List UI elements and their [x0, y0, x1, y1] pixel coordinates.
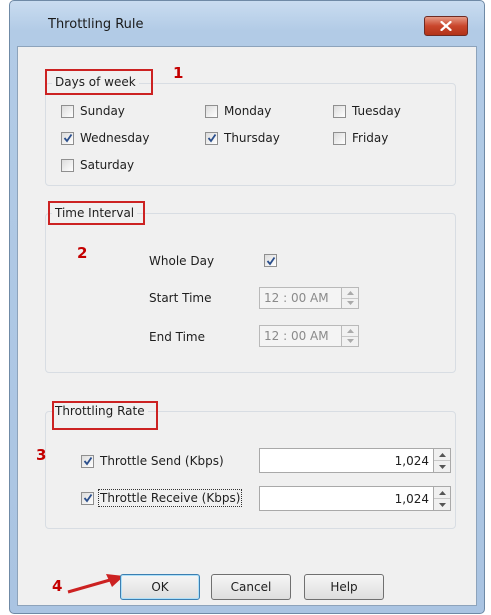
checkbox-box[interactable] [61, 104, 74, 118]
wednesday-label: Wednesday [80, 131, 150, 145]
checkbox-box[interactable] [205, 131, 218, 145]
friday-checkbox[interactable]: Friday [333, 131, 388, 145]
spin-down-icon[interactable] [342, 297, 358, 309]
throttle-receive-spinner[interactable]: 1,024 [259, 486, 451, 511]
friday-label: Friday [352, 131, 389, 145]
checkbox-box[interactable] [333, 131, 346, 145]
annotation-box-1 [45, 69, 153, 95]
annotation-arrow-icon [67, 574, 124, 594]
saturday-checkbox[interactable]: Saturday [61, 158, 134, 172]
checkbox-box[interactable] [61, 131, 74, 145]
end-time-label: End Time [149, 330, 205, 344]
thursday-label: Thursday [224, 131, 280, 145]
checkbox-box[interactable] [81, 491, 94, 505]
throttle-send-arrows[interactable] [434, 448, 451, 473]
throttle-send-checkbox[interactable]: Throttle Send (Kbps) [81, 454, 224, 468]
throttle-receive-value[interactable]: 1,024 [259, 486, 434, 511]
annotation-box-3 [52, 401, 158, 430]
annotation-number-3: 3 [36, 446, 47, 464]
start-time-label: Start Time [149, 291, 212, 305]
throttle-send-value[interactable]: 1,024 [259, 448, 434, 473]
end-time-value[interactable]: 12 : 00 AM [259, 325, 342, 347]
spin-down-icon[interactable] [342, 335, 358, 347]
annotation-box-2 [48, 201, 145, 225]
checkbox-box[interactable] [61, 158, 74, 172]
help-button[interactable]: Help [304, 574, 384, 600]
start-time-picker[interactable]: 12 : 00 AM [259, 287, 359, 309]
wednesday-checkbox[interactable]: Wednesday [61, 131, 149, 145]
throttle-receive-arrows[interactable] [434, 486, 451, 511]
spin-up-icon[interactable] [342, 326, 358, 336]
time-interval-group [45, 213, 456, 373]
start-time-spinner[interactable] [342, 287, 359, 309]
annotation-number-2: 2 [77, 244, 88, 262]
tuesday-label: Tuesday [352, 104, 401, 118]
start-time-value[interactable]: 12 : 00 AM [259, 287, 342, 309]
spin-up-icon[interactable] [342, 288, 358, 298]
checkbox-box[interactable] [81, 454, 94, 468]
spin-down-icon[interactable] [434, 460, 450, 472]
throttle-receive-checkbox[interactable]: Throttle Receive (Kbps) [81, 489, 243, 507]
annotation-number-4: 4 [52, 577, 63, 595]
spin-up-icon[interactable] [434, 487, 450, 498]
dialog-title: Throttling Rule [48, 17, 144, 32]
tuesday-checkbox[interactable]: Tuesday [333, 104, 401, 118]
monday-label: Monday [224, 104, 272, 118]
saturday-label: Saturday [80, 158, 135, 172]
thursday-checkbox[interactable]: Thursday [205, 131, 280, 145]
whole-day-checkbox[interactable] [264, 254, 277, 267]
annotation-number-1: 1 [173, 64, 184, 82]
end-time-spinner[interactable] [342, 325, 359, 347]
throttle-send-spinner[interactable]: 1,024 [259, 448, 451, 473]
spin-down-icon[interactable] [434, 498, 450, 510]
end-time-picker[interactable]: 12 : 00 AM [259, 325, 359, 347]
checkbox-box[interactable] [333, 104, 346, 118]
sunday-label: Sunday [80, 104, 125, 118]
close-icon [440, 21, 452, 31]
monday-checkbox[interactable]: Monday [205, 104, 271, 118]
spin-up-icon[interactable] [434, 449, 450, 460]
checkbox-box[interactable] [205, 104, 218, 118]
close-button[interactable] [424, 16, 468, 36]
cancel-button[interactable]: Cancel [211, 574, 291, 600]
throttle-receive-label: Throttle Receive (Kbps) [97, 489, 243, 507]
ok-button[interactable]: OK [120, 574, 200, 600]
throttle-send-label: Throttle Send (Kbps) [100, 454, 224, 468]
whole-day-label: Whole Day [149, 254, 215, 268]
checkbox-box[interactable] [264, 254, 277, 267]
sunday-checkbox[interactable]: Sunday [61, 104, 125, 118]
